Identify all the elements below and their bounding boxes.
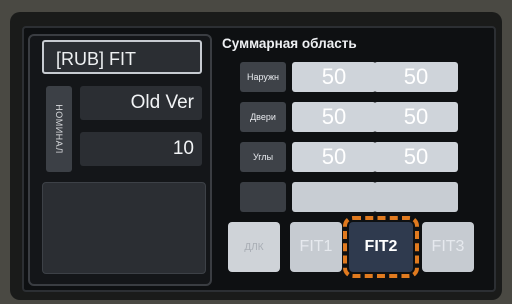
cell-outer-col2[interactable]: 50 (374, 62, 458, 92)
version-value: Old Ver (80, 86, 202, 120)
dlk-button[interactable]: ДЛК (228, 222, 280, 272)
vertical-label: НОМИНАЛ (46, 86, 72, 172)
summary-title: Суммарная область (222, 36, 357, 51)
vertical-label-text: НОМИНАЛ (54, 104, 65, 154)
row-label-corners: Углы (240, 142, 286, 172)
fit3-button[interactable]: FIT3 (422, 222, 474, 272)
row-label-empty (240, 182, 286, 212)
title-box: [RUB] FIT (42, 40, 202, 74)
cell-empty-col2[interactable] (374, 182, 458, 212)
row-label-outer: Наружн (240, 62, 286, 92)
cell-outer-col1[interactable]: 50 (292, 62, 376, 92)
fit2-button[interactable]: FIT2 (343, 216, 419, 278)
row-label-doors: Двери (240, 102, 286, 132)
cell-corners-col2[interactable]: 50 (374, 142, 458, 172)
number-value: 10 (80, 132, 202, 166)
fit1-button[interactable]: FIT1 (290, 222, 342, 272)
cell-doors-col1[interactable]: 50 (292, 102, 376, 132)
cell-corners-col1[interactable]: 50 (292, 142, 376, 172)
cell-empty-col1[interactable] (292, 182, 376, 212)
cell-doors-col2[interactable]: 50 (374, 102, 458, 132)
blank-display-area (42, 182, 206, 274)
